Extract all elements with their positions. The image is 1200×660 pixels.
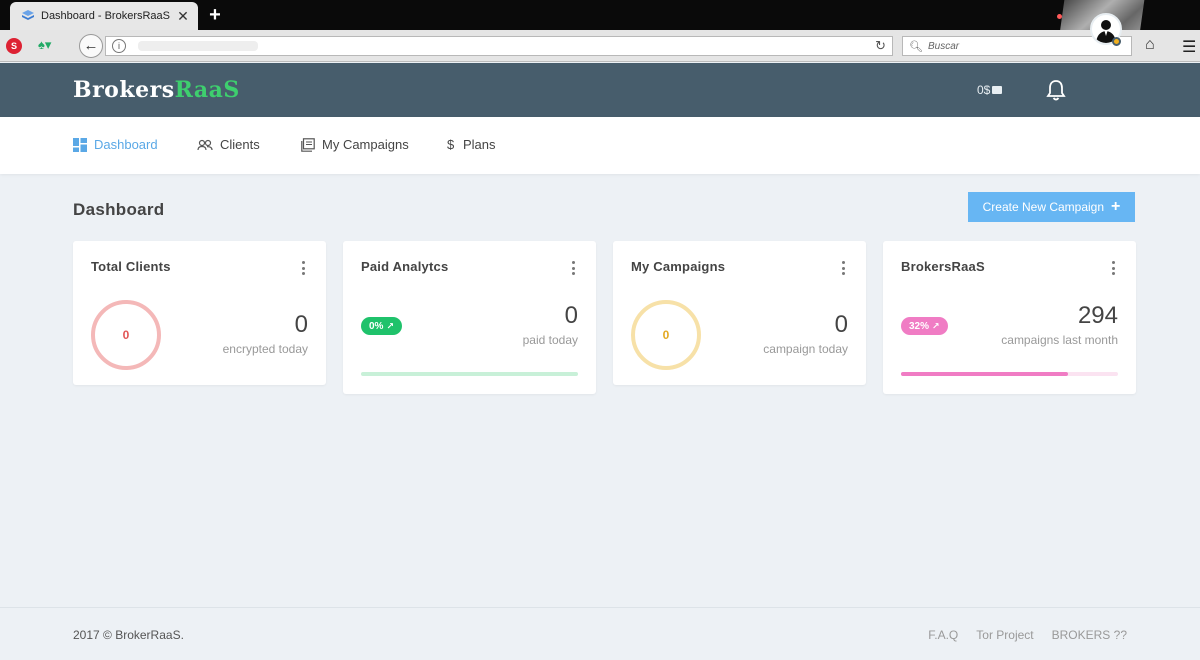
stat-caption: paid today [522,333,578,347]
footer-links: F.A.Q Tor Project BROKERS ?? [910,628,1127,642]
plus-icon: + [1111,198,1121,215]
new-tab-button[interactable]: + [205,3,225,27]
main-nav: Dashboard Clients My Campaigns $ Plans [0,117,1200,174]
site-favicon-icon [22,10,34,20]
nav-label: Plans [463,137,496,152]
more-options-icon[interactable] [302,261,306,275]
nav-item-clients[interactable]: Clients [197,137,260,152]
more-options-icon[interactable] [1112,261,1116,275]
browser-tab[interactable]: Dashboard - BrokersRaaS ✕ [10,2,198,30]
users-icon [197,139,213,150]
stat-value: 0 [564,302,578,329]
card-brokersraas: BrokersRaaS 32% ↗ 294 campaigns last mont… [883,241,1136,394]
stat-caption: campaigns last month [1001,333,1118,347]
percent-badge: 32% ↗ [901,317,948,335]
browser-toolbar: S ♠▾ ← i ↻ 🔍︎ Buscar ⌂ ☰ [0,30,1200,62]
extension-icon[interactable]: S [6,38,22,54]
card-paid-analytics: Paid Analytcs 0% ↗ 0 paid today [343,241,596,394]
ring-value: 0 [662,328,670,342]
home-icon[interactable]: ⌂ [1145,36,1155,54]
nav-item-my-campaigns[interactable]: My Campaigns [301,137,409,152]
percent-badge: 0% ↗ [361,317,402,335]
nav-item-dashboard[interactable]: Dashboard [73,137,158,152]
nav-label: Dashboard [94,137,158,152]
nav-label: My Campaigns [322,137,409,152]
create-campaign-label: Create New Campaign [982,200,1105,214]
badge-value: 32% [909,320,930,332]
card-total-clients: Total Clients 0 0 encrypted today [73,241,326,385]
more-options-icon[interactable] [842,261,846,275]
card-title: Paid Analytcs [361,259,449,274]
page-title: Dashboard [73,200,165,219]
footer-link-brokers[interactable]: BROKERS ?? [1052,628,1127,642]
addon-dropdown-icon[interactable]: ♠▾ [38,37,51,53]
dollar-icon: $ [447,136,455,152]
back-button[interactable]: ← [79,34,103,58]
close-tab-icon[interactable]: ✕ [176,8,190,25]
nav-label: Clients [220,137,260,152]
progress-fill [901,372,1069,376]
logo-text-brokers: Brokers [73,77,175,103]
copyright: 2017 © BrokerRaaS. [73,628,184,642]
progress-bar [901,372,1118,376]
logo[interactable]: BrokersRaaS [73,77,240,103]
stat-value: 294 [1077,302,1118,329]
card-title: BrokersRaaS [901,259,985,274]
card-title: Total Clients [91,259,171,274]
address-bar[interactable]: i ↻ [105,36,893,56]
progress-bar [361,372,578,376]
blurred-url [138,41,258,51]
stat-value: 0 [294,311,308,338]
stat-caption: campaign today [763,342,848,356]
balance-value: 0$ [977,83,991,97]
logo-text-raas: RaaS [174,77,240,103]
trending-up-icon: ↗ [932,320,940,331]
footer-link-tor-project[interactable]: Tor Project [976,628,1033,642]
notification-bell-icon[interactable] [1045,78,1067,102]
campaigns-ring: 0 [631,300,701,370]
more-options-icon[interactable] [572,261,576,275]
wallet-icon [992,86,1003,94]
balance-display[interactable]: 0$ [977,83,1003,97]
hamburger-menu-icon[interactable]: ☰ [1182,37,1196,57]
info-icon[interactable]: i [112,39,126,53]
stat-value: 0 [834,311,848,338]
nav-item-plans[interactable]: $ Plans [447,137,496,152]
ring-value: 0 [122,328,130,342]
search-icon: 🔍︎ [909,40,923,53]
badge-value: 0% [369,320,384,332]
clients-ring: 0 [91,300,161,370]
campaigns-icon [301,137,315,152]
card-title: My Campaigns [631,259,726,274]
create-campaign-button[interactable]: Create New Campaign + [968,192,1135,222]
footer: 2017 © BrokerRaaS. F.A.Q Tor Project BRO… [0,607,1200,660]
status-indicator [1112,37,1121,46]
app-header: BrokersRaaS 0$ [0,63,1200,117]
search-placeholder: Buscar [927,40,960,52]
tab-title: Dashboard - BrokersRaaS [41,10,171,22]
reload-icon[interactable]: ↻ [875,38,886,54]
notification-dot [1057,14,1062,19]
trending-up-icon: ↗ [386,320,394,331]
card-my-campaigns: My Campaigns 0 0 campaign today [613,241,866,385]
stat-caption: encrypted today [222,342,308,356]
footer-link-faq[interactable]: F.A.Q [928,628,958,642]
browser-tabbar: Dashboard - BrokersRaaS ✕ + [0,0,1200,62]
dashboard-icon [73,137,87,152]
